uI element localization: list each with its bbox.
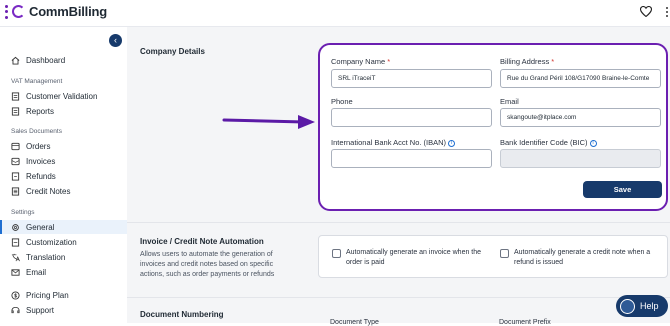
sidebar-item-translation[interactable]: Translation: [0, 250, 127, 264]
sidebar-item-orders[interactable]: Orders: [0, 139, 127, 153]
document-numbering-title: Document Numbering: [140, 310, 224, 319]
customization-icon: [11, 237, 20, 247]
gear-icon: [12, 223, 19, 231]
billing-address-label: Billing Address *: [500, 57, 554, 66]
section-label-vat: VAT Management: [11, 78, 63, 85]
sidebar-item-label: Pricing Plan: [26, 290, 69, 300]
required-mark: *: [551, 57, 555, 66]
refund-icon: [11, 171, 20, 181]
sidebar: ‹ Dashboard VAT Management Customer Vali…: [0, 27, 127, 323]
sidebar-item-label: Reports: [26, 106, 55, 116]
bic-label: Bank Identifier Code (BIC) i: [500, 138, 597, 147]
sidebar-item-label: Refunds: [26, 171, 56, 181]
automation-title: Invoice / Credit Note Automation: [140, 237, 264, 246]
top-bar: CommBilling: [0, 0, 670, 27]
sidebar-item-support[interactable]: Support: [0, 303, 127, 317]
save-button[interactable]: Save: [583, 181, 662, 198]
billing-address-label-text: Billing Address: [500, 57, 550, 66]
section-divider: [127, 222, 670, 223]
sidebar-item-invoices[interactable]: Invoices: [0, 154, 127, 168]
automation-description: Allows users to automate the generation …: [140, 251, 275, 278]
phone-label: Phone: [331, 97, 353, 106]
info-icon[interactable]: i: [448, 139, 456, 147]
company-name-field[interactable]: SRL iTraceiT: [331, 69, 492, 88]
report-icon: [11, 106, 20, 116]
help-label: Help: [640, 301, 659, 311]
phone-field[interactable]: [331, 108, 492, 127]
logo-mark-icon: [12, 5, 25, 18]
automation-card: Automatically generate an invoice when t…: [318, 235, 668, 278]
home-icon: [11, 56, 20, 65]
sidebar-item-credit-notes[interactable]: Credit Notes: [0, 184, 127, 198]
required-mark: *: [387, 57, 391, 66]
auto-invoice-checkbox[interactable]: [332, 249, 341, 258]
sidebar-item-label: Email: [26, 267, 47, 277]
sidebar-item-label: General: [26, 222, 55, 232]
iban-label-text: International Bank Acct No. (IBAN): [331, 138, 447, 147]
sidebar-item-email[interactable]: Email: [0, 265, 127, 279]
invoice-icon: [11, 157, 20, 165]
sidebar-item-label: Translation: [26, 252, 66, 262]
email-field[interactable]: skangoute@itplace.com: [500, 108, 661, 127]
orders-icon: [11, 142, 20, 150]
sidebar-item-label: Credit Notes: [26, 186, 71, 196]
logo-dots-icon: [5, 4, 8, 19]
company-details-title: Company Details: [140, 47, 205, 56]
sidebar-item-label: Support: [26, 305, 55, 315]
annotation-arrow-icon: [222, 115, 315, 129]
company-name-label: Company Name *: [331, 57, 390, 66]
document-icon: [11, 91, 20, 101]
email-label: Email: [500, 97, 519, 106]
collapse-sidebar-button[interactable]: ‹: [109, 34, 122, 47]
support-icon: [11, 306, 20, 313]
bic-field: [500, 149, 661, 168]
billing-address-field[interactable]: Rue du Grand Péril 108/G17090 Braine-le-…: [500, 69, 661, 88]
sidebar-item-reports[interactable]: Reports: [0, 104, 127, 118]
credit-note-icon: [11, 186, 20, 196]
more-options-icon[interactable]: [666, 7, 668, 17]
sidebar-item-customization[interactable]: Customization: [0, 235, 127, 249]
auto-invoice-label: Automatically generate an invoice when t…: [346, 249, 482, 266]
app-logo-text: CommBilling: [29, 4, 107, 19]
sidebar-item-label: Customization: [26, 237, 77, 247]
app-logo[interactable]: CommBilling: [5, 4, 107, 19]
bic-label-text: Bank Identifier Code (BIC): [500, 138, 588, 147]
iban-label: International Bank Acct No. (IBAN) i: [331, 138, 456, 147]
sidebar-item-customer-validation[interactable]: Customer Validation: [0, 89, 127, 103]
auto-credit-note-label: Automatically generate a credit note whe…: [514, 249, 651, 266]
help-button[interactable]: Help: [616, 295, 668, 317]
sidebar-item-label: Orders: [26, 141, 51, 151]
section-label-sales: Sales Documents: [11, 128, 62, 135]
auto-credit-note-checkbox[interactable]: [500, 249, 509, 258]
pricing-icon: [11, 290, 20, 300]
email-icon: [11, 268, 20, 276]
company-name-label-text: Company Name: [331, 57, 386, 66]
sidebar-item-pricing-plan[interactable]: Pricing Plan: [0, 288, 127, 302]
info-icon[interactable]: i: [589, 139, 597, 147]
sidebar-item-dashboard[interactable]: Dashboard: [0, 53, 127, 67]
section-divider: [127, 297, 670, 298]
translate-icon: [11, 253, 20, 261]
sidebar-item-label: Invoices: [26, 156, 56, 166]
heart-icon[interactable]: [640, 6, 652, 17]
sidebar-item-refunds[interactable]: Refunds: [0, 169, 127, 183]
sidebar-item-label: Dashboard: [26, 55, 66, 65]
sidebar-item-general[interactable]: General: [0, 220, 127, 234]
section-label-settings: Settings: [11, 209, 35, 216]
chat-bubble-icon: [620, 298, 635, 314]
sidebar-item-label: Customer Validation: [26, 91, 98, 101]
company-details-card: Company Name * SRL iTraceiT Billing Addr…: [318, 43, 668, 211]
iban-field[interactable]: [331, 149, 492, 168]
